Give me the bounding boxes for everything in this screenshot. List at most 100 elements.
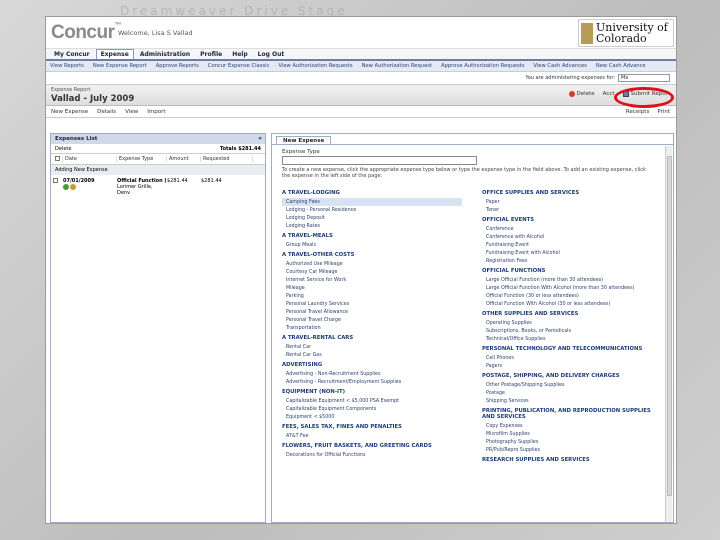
import-menu[interactable]: Import [147,109,165,115]
expense-type-item[interactable]: Authorized Use Mileage [282,260,462,268]
highlight-circle [614,87,674,108]
expense-type-item[interactable]: Transportation [282,324,462,332]
expense-type-item[interactable]: Equipment < $5000 [282,413,462,421]
expense-type-input[interactable] [282,156,477,165]
expense-category: FEES, SALES TAX, FINES AND PENALTIES [282,424,402,430]
subnav-new-authorization-request[interactable]: New Authorization Request [362,63,432,69]
expense-type-item[interactable]: Operating Supplies [482,319,662,327]
nav-expense[interactable]: Expense [95,49,134,59]
expense-type-item[interactable]: Subscriptions, Books, or Periodicals [482,327,662,335]
expense-type-item[interactable]: Fundraising Event [482,241,662,249]
view-menu[interactable]: View [125,109,138,115]
expense-type-item[interactable]: PR/Pub/Repro Supplies [482,446,662,454]
expense-category: OFFICIAL EVENTS [482,217,535,223]
expense-type-item[interactable]: Capitalizable Equipment Components [282,405,462,413]
subnav-view-cash-advances[interactable]: View Cash Advances [533,63,586,69]
expense-type-item[interactable]: Decorations for Official Functions [282,451,462,459]
subnav-new-expense-report[interactable]: New Expense Report [93,63,147,69]
expense-type-item[interactable]: Large Official Function (more than 30 at… [482,276,662,284]
expense-type-item[interactable]: Other Postage/Shipping Supplies [482,381,662,389]
expense-type-item[interactable]: Conference [482,225,662,233]
expense-category: A TRAVEL-OTHER COSTS [282,252,355,258]
university-emblem-icon [581,23,593,44]
nav-my-concur[interactable]: My Concur [50,50,94,59]
expense-type-item[interactable]: Lodging - Personal Residence [282,206,462,214]
concur-logo: Concur™ [51,22,121,43]
attendee-icon [70,184,76,190]
col-expense-type[interactable]: Expense Type [117,156,167,162]
delete-expense-button[interactable]: Delete [55,146,71,152]
expense-type-item[interactable]: Advertising - Non-Recruitment Supplies [282,370,462,378]
delete-report-button[interactable]: Delete [568,91,595,97]
table-row[interactable]: 07/01/2009 Official Function (Lorimer Gr… [51,175,265,199]
expense-type-item[interactable]: Conference with Alcohol [482,233,662,241]
expense-type-item[interactable]: Official Function (30 or less attendees) [482,292,662,300]
expense-category: A TRAVEL-RENTAL CARS [282,335,354,341]
expense-type-item[interactable]: Internet Service for Work [282,276,462,284]
nav-administration[interactable]: Administration [136,50,194,59]
col-date[interactable]: Date [63,156,117,162]
scrollbar[interactable] [665,146,672,522]
expense-type-item[interactable]: Mileage [282,284,462,292]
expense-type-item[interactable]: Fundraising Event with Alcohol [482,249,662,257]
nav-profile[interactable]: Profile [196,50,226,59]
report-subtitle: Expense Report [51,87,91,93]
row-amount: $281.44 [167,178,188,184]
nav-help[interactable]: Help [228,50,251,59]
expense-type-item[interactable]: Capitalizable Equipment < $5,000 PSA Exe… [282,397,462,405]
expense-type-item[interactable]: AT&T Fee [282,432,462,440]
expense-type-item[interactable]: Shipping Services [482,397,662,405]
expense-type-item[interactable]: Lodging Rates [282,222,462,230]
new-expense-button[interactable]: New Expense [51,109,88,115]
collapse-icon[interactable]: « [258,134,262,144]
expense-type-item[interactable]: Photography Supplies [482,438,662,446]
expense-type-item[interactable]: Technical/Office Supplies [482,335,662,343]
expense-type-item[interactable]: Personal Laundry Services [282,300,462,308]
print-menu[interactable]: Print [657,109,670,115]
subnav-view-authorization-requests[interactable]: View Authorization Requests [278,63,352,69]
expense-type-item[interactable]: Personal Travel Charge [282,316,462,324]
expense-type-item[interactable]: Personal Travel Allowance [282,308,462,316]
expense-type-item[interactable]: Large Official Function With Alcohol (mo… [482,284,662,292]
expense-type-item[interactable]: Lodging Deposit [282,214,462,222]
col-requested[interactable]: Requested [201,156,253,162]
expense-type-item[interactable]: Camping Fees [282,198,462,206]
expense-type-item[interactable]: Microfilm Supplies [482,430,662,438]
acct-button[interactable]: Acct [603,91,615,97]
adding-new-expense: Adding New Expense [51,165,265,175]
expense-type-item[interactable]: Cell Phones [482,354,662,362]
scrollbar-thumb[interactable] [667,156,672,496]
subnav-view-reports[interactable]: View Reports [50,63,84,69]
expense-type-item[interactable]: Copy Expenses [482,422,662,430]
subnav-new-cash-advance[interactable]: New Cash Advance [596,63,646,69]
report-header: Expense Report Vallad - July 2009 Delete… [46,84,676,108]
expense-type-item[interactable]: Paper [482,198,662,206]
expense-type-item[interactable]: Group Meals [282,241,462,249]
details-menu[interactable]: Details [97,109,116,115]
subnav-concur-expense-classic[interactable]: Concur Expense Classic [208,63,270,69]
expense-type-item[interactable]: Courtesy Car Mileage [282,268,462,276]
expense-type-label: Expense Type [282,149,320,155]
expense-category: PRINTING, PUBLICATION, AND REPRODUCTION … [482,408,651,420]
subnav-approve-reports[interactable]: Approve Reports [156,63,199,69]
admin-select[interactable]: Me [618,74,670,82]
row-checkbox[interactable] [53,178,58,183]
expense-type-item[interactable]: Pagers [482,362,662,370]
expense-type-item[interactable]: Rental Car [282,343,462,351]
expense-type-item[interactable]: Advertising - Recruitment/Employment Sup… [282,378,462,386]
expense-type-item[interactable]: Postage [482,389,662,397]
subnav-approve-authorization-requests[interactable]: Approve Authorization Requests [441,63,524,69]
expense-type-item[interactable]: Toner [482,206,662,214]
admin-bar: You are administering expenses for: Me [46,72,676,84]
expense-type-item[interactable]: Parking [282,292,462,300]
col-amount[interactable]: Amount [167,156,201,162]
expense-type-item[interactable]: Registration Fees [482,257,662,265]
expense-category: OTHER SUPPLIES AND SERVICES [482,311,579,317]
expense-type-item[interactable]: Rental Car Gas [282,351,462,359]
expense-type-item[interactable]: Official Function With Alcohol (30 or le… [482,300,662,308]
expense-category: EQUIPMENT (NON-IT) [282,389,346,395]
receipts-menu[interactable]: Receipts [626,109,649,115]
nav-log-out[interactable]: Log Out [254,50,289,59]
select-all-checkbox[interactable] [55,155,60,161]
expense-category: A TRAVEL-MEALS [282,233,333,239]
